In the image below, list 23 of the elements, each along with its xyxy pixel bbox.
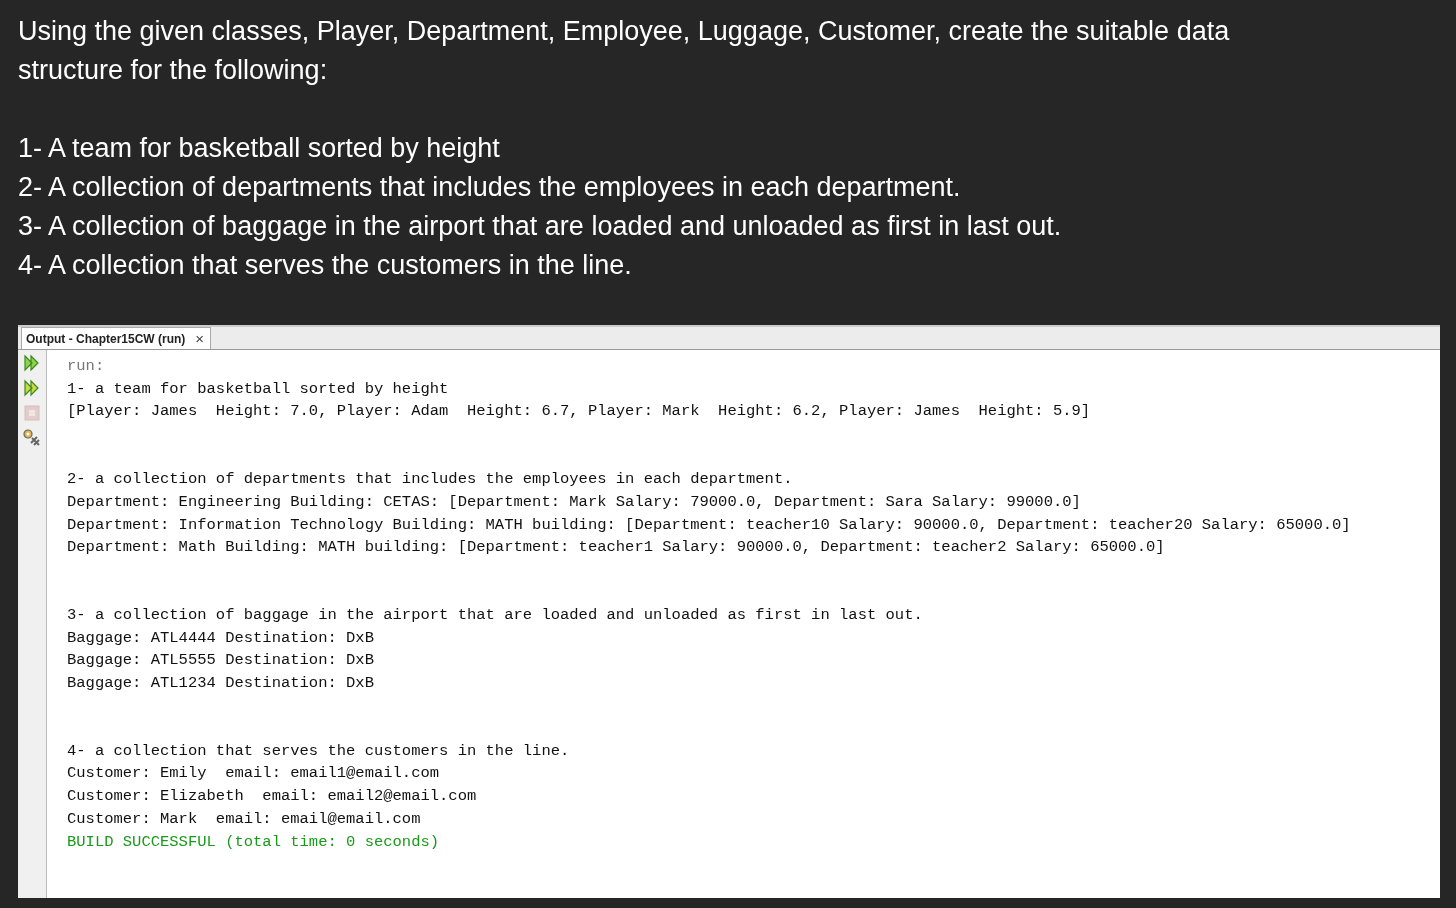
console-line: Department: Information Technology Building: MATH building: [Department: teacher10 Salary: 90000.0, Department: teacher20 Salary: 65000.0] <box>67 514 1351 536</box>
task-item: 1- A team for basketball sorted by height <box>18 132 501 165</box>
console-line: BUILD SUCCESSFUL (total time: 0 seconds) <box>67 831 440 853</box>
console-line: 3- a collection of baggage in the airport that are loaded and unloaded as first in last out. <box>67 604 923 626</box>
console-line: Baggage: ATL4444 Destination: DxB <box>67 627 374 649</box>
console-line: 4- a collection that serves the customers in the line. <box>67 740 570 762</box>
console-line: run: <box>67 356 105 377</box>
question-text: Using the given classes, Player, Department, Employee, Luggage, Customer, create the suitable data structure for the following: <box>18 15 1231 87</box>
console-line: 1- a team for basketball sorted by height <box>67 378 449 400</box>
console-line: 2- a collection of departments that includes the employees in each department. <box>67 469 793 491</box>
task-item: 2- A collection of departments that includes the employees in each department. <box>18 171 962 204</box>
console-line: Customer: Mark email: email@email.com <box>67 808 421 830</box>
task-item: 4- A collection that serves the customers in the line. <box>18 249 633 282</box>
console-line: Department: Math Building: MATH building: [Department: teacher1 Salary: 90000.0, Department: teacher2 Salary: 65000.0] <box>67 537 1165 559</box>
close-icon[interactable]: × <box>195 330 205 347</box>
console-line: Customer: Emily email: email1@email.com <box>67 763 440 785</box>
task-item: 3- A collection of baggage in the airport that are loaded and unloaded as first in last out. <box>18 210 1063 243</box>
output-tab[interactable]: Output - Chapter15CW (run) × <box>21 327 212 349</box>
console-line: Department: Engineering Building: CETAS: [Department: Mark Salary: 79000.0, Department: Sara Salary: 99000.0] <box>67 491 1081 513</box>
console-line: Customer: Elizabeth email: email2@email.com <box>67 786 477 808</box>
console-line: Baggage: ATL5555 Destination: DxB <box>67 650 374 672</box>
console-line: [Player: James Height: 7.0, Player: Adam Height: 6.7, Player: Mark Height: 6.2, Player: James Height: 5.9] <box>67 401 1091 423</box>
console-line: Baggage: ATL1234 Destination: DxB <box>67 673 374 695</box>
